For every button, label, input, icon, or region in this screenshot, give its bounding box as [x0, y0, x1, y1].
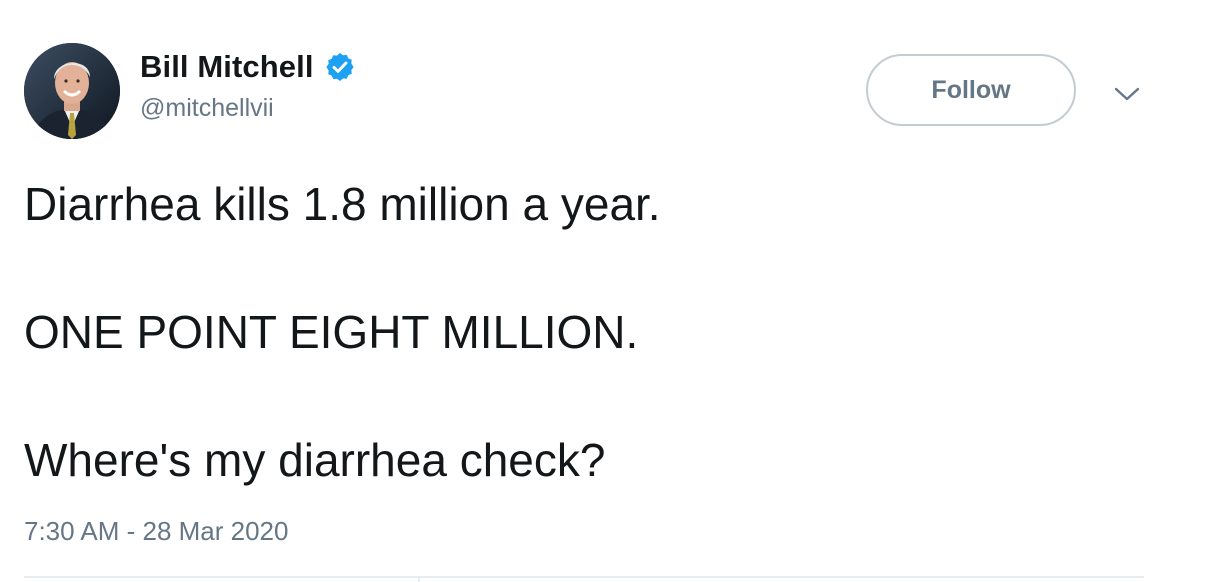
tweet-timestamp[interactable]: 7:30 AM - 28 Mar 2020	[24, 514, 288, 548]
name-row: Bill Mitchell	[140, 47, 356, 87]
tweet-card: Bill Mitchell @mitchellvii Follow Diarrh…	[0, 0, 1212, 582]
chevron-down-icon	[1114, 87, 1140, 101]
author-block: Bill Mitchell @mitchellvii	[140, 47, 356, 123]
avatar-image	[24, 43, 120, 139]
tweet-line: ONE POINT EIGHT MILLION.	[24, 306, 639, 358]
follow-button[interactable]: Follow	[866, 54, 1076, 126]
tweet-text: Diarrhea kills 1.8 million a year. ONE P…	[24, 172, 1144, 492]
divider-tick	[418, 576, 420, 582]
tweet-line: Where's my diarrhea check?	[24, 434, 606, 486]
verified-badge-icon	[324, 51, 356, 83]
tweet-line: Diarrhea kills 1.8 million a year.	[24, 178, 661, 230]
user-handle[interactable]: @mitchellvii	[140, 93, 356, 123]
avatar[interactable]	[24, 43, 120, 139]
tweet-menu-button[interactable]	[1110, 80, 1144, 108]
display-name[interactable]: Bill Mitchell	[140, 47, 314, 87]
divider	[24, 576, 1144, 578]
